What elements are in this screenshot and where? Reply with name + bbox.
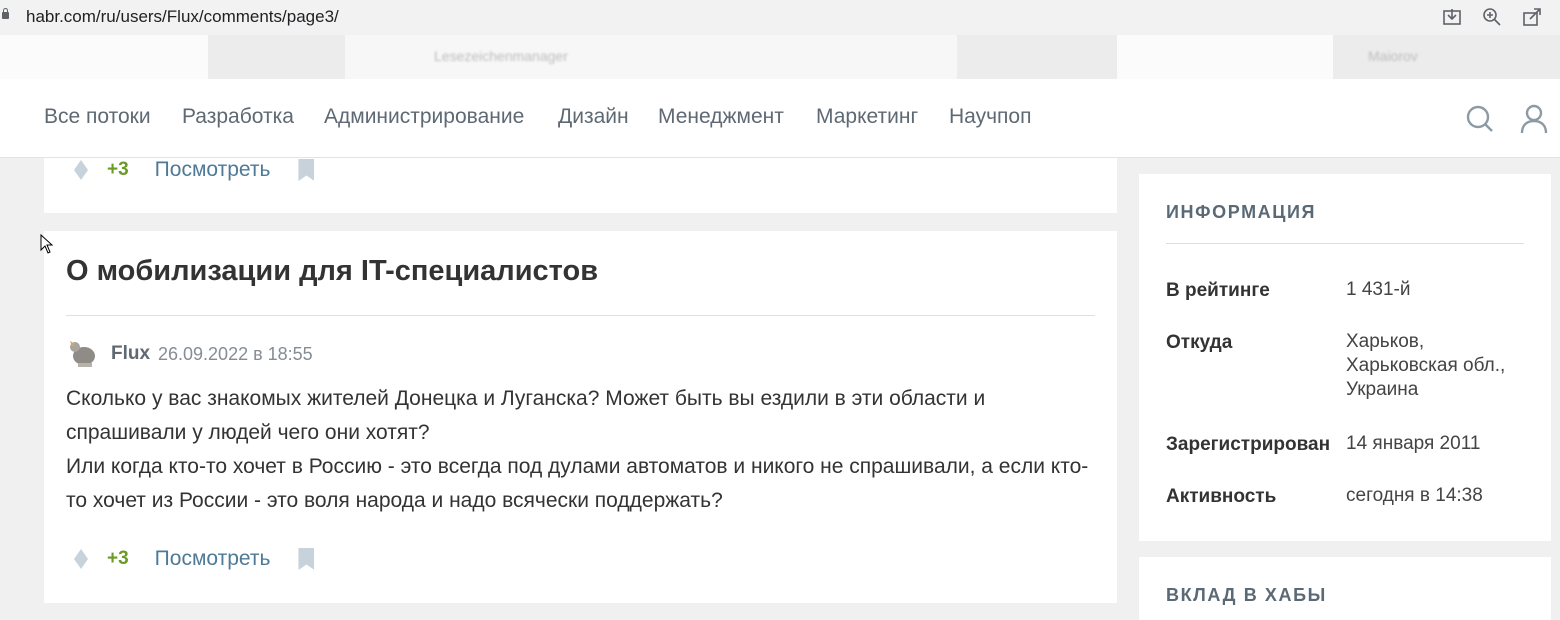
bookmarks-bar: Lesezeichenmanager Maiorov <box>0 35 1560 80</box>
comment-card: О мобилизации для IT-специалистов Flux 2… <box>44 231 1117 603</box>
comment-score: +3 <box>107 548 129 569</box>
view-link[interactable]: Посмотреть <box>155 547 271 571</box>
nav-item-marketing[interactable]: Маркетинг <box>816 105 918 129</box>
comment-score: +3 <box>107 159 129 180</box>
mouse-cursor-icon <box>40 233 54 259</box>
bookmark-block <box>0 35 208 79</box>
nav-item-design[interactable]: Дизайн <box>558 105 629 129</box>
install-icon[interactable] <box>1442 7 1462 27</box>
nav-item-management[interactable]: Менеджмент <box>658 105 784 129</box>
activity-label: Активность <box>1166 486 1277 507</box>
view-link[interactable]: Посмотреть <box>155 158 271 182</box>
avatar[interactable] <box>66 337 98 369</box>
comment-body: Сколько у вас знакомых жителей Донецка и… <box>66 382 1106 518</box>
vote-icon[interactable] <box>74 160 88 180</box>
comment-card-previous: +3 Посмотреть <box>44 158 1117 213</box>
bookmark-item[interactable]: Maiorov <box>1368 48 1418 66</box>
browser-address-bar[interactable]: habr.com/ru/users/Flux/comments/page3/ <box>0 0 1560 35</box>
address-bar-actions <box>1442 7 1542 27</box>
nav-item-popsci[interactable]: Научпоп <box>949 105 1031 129</box>
vote-icon[interactable] <box>74 549 88 569</box>
site-nav: Все потоки Разработка Администрирование … <box>0 79 1560 158</box>
user-icon[interactable] <box>1520 104 1548 139</box>
comment-post-title[interactable]: О мобилизации для IT-специалистов <box>66 255 598 288</box>
bookmark-icon[interactable] <box>298 159 315 181</box>
lock-icon <box>2 8 9 19</box>
info-title: ИНФОРМАЦИЯ <box>1166 202 1317 222</box>
location-label: Откуда <box>1166 332 1233 353</box>
search-icon[interactable] <box>1466 105 1494 138</box>
divider <box>1166 243 1524 244</box>
comment-author[interactable]: Flux <box>111 343 150 365</box>
url-text[interactable]: habr.com/ru/users/Flux/comments/page3/ <box>26 7 339 27</box>
zoom-icon[interactable] <box>1482 7 1502 27</box>
comment-paragraph: Или когда кто-то хочет в Россию - это вс… <box>66 455 1089 512</box>
bookmark-block <box>1117 35 1333 79</box>
comment-paragraph: Сколько у вас знакомых жителей Донецка и… <box>66 387 986 444</box>
hubs-panel: ВКЛАД В ХАБЫ <box>1139 557 1551 620</box>
rating-value: 1 431-й <box>1346 279 1411 300</box>
comment-date[interactable]: 26.09.2022 в 18:55 <box>158 344 313 365</box>
bookmark-item[interactable]: Lesezeichenmanager <box>434 48 568 66</box>
nav-item-admin[interactable]: Администрирование <box>324 105 524 129</box>
hubs-title: ВКЛАД В ХАБЫ <box>1166 585 1327 605</box>
info-panel: ИНФОРМАЦИЯ В рейтинге 1 431-й Откуда Хар… <box>1139 174 1551 541</box>
comment-actions: +3 Посмотреть <box>74 158 315 182</box>
registered-value: 14 января 2011 <box>1346 433 1481 454</box>
nav-item-development[interactable]: Разработка <box>182 105 294 129</box>
share-icon[interactable] <box>1522 7 1542 27</box>
location-value[interactable]: Харьков, Харьковская обл., Украина <box>1346 330 1536 402</box>
comment-actions: +3 Посмотреть <box>74 547 315 571</box>
registered-label: Зарегистрирован <box>1166 434 1331 455</box>
activity-value: сегодня в 14:38 <box>1346 485 1483 506</box>
nav-item-all[interactable]: Все потоки <box>44 105 151 129</box>
divider <box>66 315 1095 316</box>
rating-label: В рейтинге <box>1166 280 1270 301</box>
bookmark-icon[interactable] <box>298 548 315 570</box>
